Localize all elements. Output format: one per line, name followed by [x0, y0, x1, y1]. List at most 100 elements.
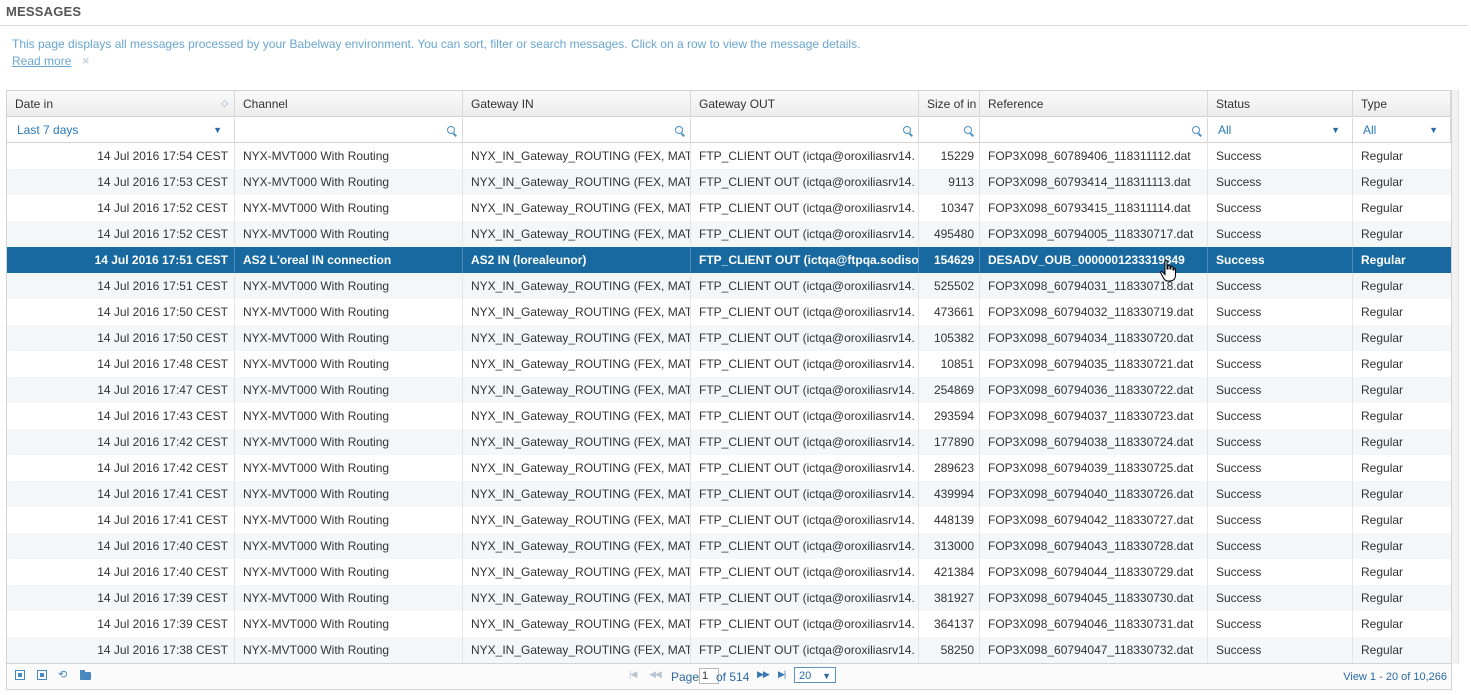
cell-status: Success: [1208, 429, 1353, 455]
expand-icon[interactable]: [15, 670, 25, 680]
cell-type: Regular: [1361, 409, 1404, 423]
page-size-select[interactable]: 20 ▼: [794, 667, 836, 683]
grid-pager: ⟲ |◀ ◀◀ Page 1 of 514 ▶▶ ▶| 20 ▼ View 1 -…: [7, 663, 1451, 689]
reference-filter-input[interactable]: [980, 118, 1208, 142]
cell-gateway-in: NYX_IN_Gateway_ROUTING (FEX, MAT: [463, 169, 691, 195]
sort-icon[interactable]: ◇: [221, 99, 228, 108]
channel-filter-input[interactable]: [235, 118, 463, 142]
table-row[interactable]: 14 Jul 2016 17:39 CEST NYX-MVT000 With Ro…: [7, 611, 1451, 637]
read-more-link[interactable]: Read more: [12, 54, 71, 68]
column-header-reference[interactable]: Reference: [980, 91, 1208, 116]
column-header-size[interactable]: Size of in: [919, 91, 980, 116]
cell-gateway-in: NYX_IN_Gateway_ROUTING (FEX, MAT: [463, 143, 691, 169]
grid-header: Date in ◇ Channel Gateway IN Gateway OUT …: [7, 91, 1451, 117]
cell-size: 177890: [919, 429, 980, 455]
table-row[interactable]: 14 Jul 2016 17:41 CEST NYX-MVT000 With Ro…: [7, 481, 1451, 507]
table-row[interactable]: 14 Jul 2016 17:48 CEST NYX-MVT000 With Ro…: [7, 351, 1451, 377]
table-row[interactable]: 14 Jul 2016 17:50 CEST NYX-MVT000 With Ro…: [7, 299, 1451, 325]
cell-date-in: 14 Jul 2016 17:51 CEST: [7, 247, 235, 273]
grid-scrollbar[interactable]: [1452, 90, 1459, 664]
cell-reference: FOP3X098_60794038_118330724.dat: [980, 429, 1208, 455]
cell-date-in: 14 Jul 2016 17:50 CEST: [7, 299, 235, 325]
cell-channel: NYX-MVT000 With Routing: [235, 169, 463, 195]
table-row[interactable]: 14 Jul 2016 17:50 CEST NYX-MVT000 With Ro…: [7, 325, 1451, 351]
cell-size: 439994: [919, 481, 980, 507]
columns-icon[interactable]: [37, 670, 47, 680]
next-page-icon[interactable]: ▶▶: [757, 669, 770, 680]
date-filter-select[interactable]: Last 7 days ▼: [7, 118, 235, 142]
column-header-channel[interactable]: Channel: [235, 91, 463, 116]
table-row[interactable]: 14 Jul 2016 17:41 CEST NYX-MVT000 With Ro…: [7, 507, 1451, 533]
cell-gateway-in: NYX_IN_Gateway_ROUTING (FEX, MAT: [463, 559, 691, 585]
table-row[interactable]: 14 Jul 2016 17:52 CEST NYX-MVT000 With Ro…: [7, 221, 1451, 247]
cell-reference: FOP3X098_60794036_118330722.dat: [980, 377, 1208, 403]
size-filter-input[interactable]: [919, 118, 980, 142]
status-filter-select[interactable]: All ▼: [1208, 118, 1353, 142]
gateway-in-filter-input[interactable]: [463, 118, 691, 142]
gateway-out-filter-input[interactable]: [691, 118, 919, 142]
table-row[interactable]: 14 Jul 2016 17:52 CEST NYX-MVT000 With Ro…: [7, 195, 1451, 221]
cell-date-in: 14 Jul 2016 17:43 CEST: [7, 403, 235, 429]
search-icon: [1192, 126, 1200, 134]
type-filter-select[interactable]: All ▼: [1353, 118, 1451, 142]
table-row-selected[interactable]: 14 Jul 2016 17:51 CEST AS2 L'oreal IN con…: [7, 247, 1451, 273]
cell-gateway-in: NYX_IN_Gateway_ROUTING (FEX, MAT: [463, 507, 691, 533]
cell-reference: FOP3X098_60794039_118330725.dat: [980, 455, 1208, 481]
table-row[interactable]: 14 Jul 2016 17:42 CEST NYX-MVT000 With Ro…: [7, 455, 1451, 481]
cell-type: Regular: [1361, 643, 1404, 657]
cell-gateway-out: FTP_CLIENT OUT (ictqa@oroxiliasrv14.: [691, 533, 919, 559]
cell-date-in: 14 Jul 2016 17:42 CEST: [7, 429, 235, 455]
last-page-icon[interactable]: ▶|: [778, 669, 786, 680]
cell-size: 10347: [919, 195, 980, 221]
folder-icon[interactable]: [80, 670, 91, 680]
table-row[interactable]: 14 Jul 2016 17:42 CEST NYX-MVT000 With Ro…: [7, 429, 1451, 455]
cell-gateway-in: NYX_IN_Gateway_ROUTING (FEX, MAT: [463, 299, 691, 325]
column-header-gateway-in[interactable]: Gateway IN: [463, 91, 691, 116]
cell-status: Success: [1208, 377, 1353, 403]
cell-gateway-in: NYX_IN_Gateway_ROUTING (FEX, MAT: [463, 377, 691, 403]
cell-reference: FOP3X098_60793415_118311114.dat: [980, 195, 1208, 221]
table-row[interactable]: 14 Jul 2016 17:54 CEST NYX-MVT000 With Ro…: [7, 143, 1451, 169]
cell-gateway-out: FTP_CLIENT OUT (ictqa@ftpqa.sodisoft: [691, 247, 919, 273]
column-header-type[interactable]: Type: [1353, 91, 1451, 116]
cell-channel: NYX-MVT000 With Routing: [235, 455, 463, 481]
first-page-icon[interactable]: |◀: [629, 669, 637, 680]
cell-gateway-in: NYX_IN_Gateway_ROUTING (FEX, MAT: [463, 351, 691, 377]
cell-gateway-out: FTP_CLIENT OUT (ictqa@oroxiliasrv14.: [691, 403, 919, 429]
chevron-down-icon: ▼: [1331, 125, 1340, 135]
prev-page-icon[interactable]: ◀◀: [649, 669, 662, 680]
cell-type: Regular: [1361, 253, 1406, 267]
table-row[interactable]: 14 Jul 2016 17:47 CEST NYX-MVT000 With Ro…: [7, 377, 1451, 403]
column-header-gateway-out[interactable]: Gateway OUT: [691, 91, 919, 116]
table-row[interactable]: 14 Jul 2016 17:39 CEST NYX-MVT000 With Ro…: [7, 585, 1451, 611]
table-row[interactable]: 14 Jul 2016 17:43 CEST NYX-MVT000 With Ro…: [7, 403, 1451, 429]
cell-size: 293594: [919, 403, 980, 429]
cell-type: Regular: [1361, 617, 1404, 631]
table-row[interactable]: 14 Jul 2016 17:40 CEST NYX-MVT000 With Ro…: [7, 533, 1451, 559]
cell-date-in: 14 Jul 2016 17:40 CEST: [7, 533, 235, 559]
table-row[interactable]: 14 Jul 2016 17:51 CEST NYX-MVT000 With Ro…: [7, 273, 1451, 299]
cell-status: Success: [1208, 403, 1353, 429]
messages-grid: Date in ◇ Channel Gateway IN Gateway OUT …: [6, 90, 1452, 690]
table-row[interactable]: 14 Jul 2016 17:38 CEST NYX-MVT000 With Ro…: [7, 637, 1451, 663]
cell-size: 58250: [919, 637, 980, 663]
cell-type: Regular: [1361, 539, 1404, 553]
cell-gateway-in: NYX_IN_Gateway_ROUTING (FEX, MAT: [463, 195, 691, 221]
cell-reference: FOP3X098_60794045_118330730.dat: [980, 585, 1208, 611]
cell-date-in: 14 Jul 2016 17:53 CEST: [7, 169, 235, 195]
cell-type: Regular: [1361, 461, 1404, 475]
column-header-status[interactable]: Status: [1208, 91, 1353, 116]
cell-gateway-in: AS2 IN (lorealeunor): [463, 247, 691, 273]
close-icon[interactable]: ×: [82, 53, 90, 68]
cell-channel: NYX-MVT000 With Routing: [235, 611, 463, 637]
refresh-icon[interactable]: ⟲: [58, 670, 68, 681]
cell-channel: NYX-MVT000 With Routing: [235, 221, 463, 247]
table-row[interactable]: 14 Jul 2016 17:40 CEST NYX-MVT000 With Ro…: [7, 559, 1451, 585]
cell-gateway-out: FTP_CLIENT OUT (ictqa@oroxiliasrv14.: [691, 481, 919, 507]
cell-size: 313000: [919, 533, 980, 559]
cell-channel: NYX-MVT000 With Routing: [235, 377, 463, 403]
table-row[interactable]: 14 Jul 2016 17:53 CEST NYX-MVT000 With Ro…: [7, 169, 1451, 195]
column-header-date-in[interactable]: Date in ◇: [7, 91, 235, 116]
cell-status: Success: [1208, 481, 1353, 507]
cell-date-in: 14 Jul 2016 17:39 CEST: [7, 585, 235, 611]
